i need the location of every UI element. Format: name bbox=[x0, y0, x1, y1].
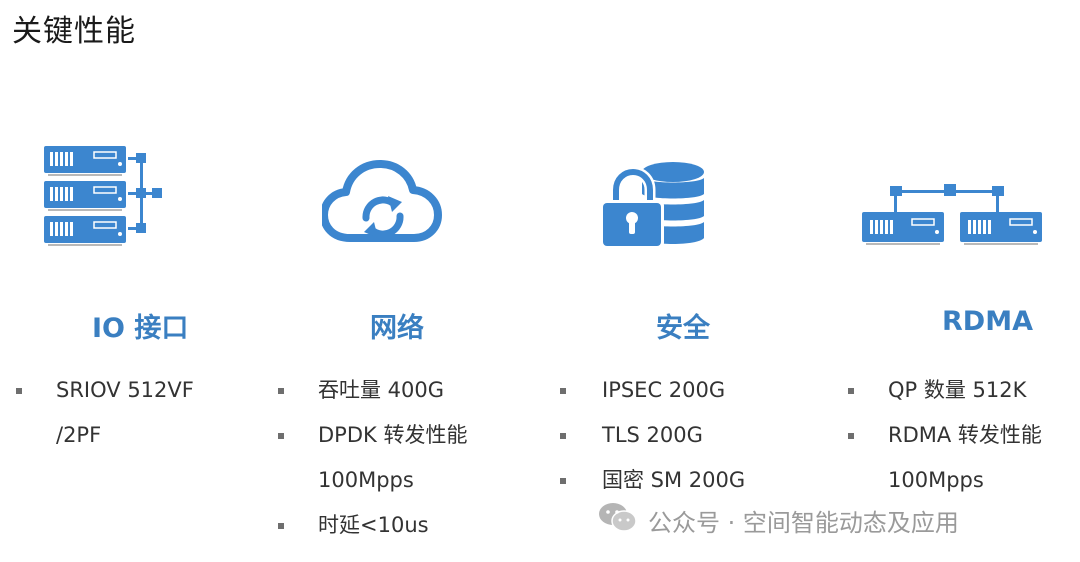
bullet-list-io: SRIOV 512VF /2PF bbox=[16, 368, 194, 458]
column-title-network: 网络 bbox=[370, 313, 424, 344]
bullet-square-icon bbox=[278, 388, 284, 394]
list-item: TLS 200G bbox=[560, 413, 745, 458]
column-io: IO 接口 SRIOV 512VF /2PF bbox=[0, 0, 260, 562]
list-item: 吞吐量 400G bbox=[278, 368, 467, 413]
list-item: QP 数量 512K bbox=[848, 368, 1042, 413]
list-item: 100Mpps bbox=[318, 468, 414, 492]
watermark: 公众号 · 空间智能动态及应用 bbox=[598, 502, 959, 538]
bullet-list-network: 吞吐量 400G DPDK 转发性能 100Mpps 时延<10us bbox=[278, 368, 467, 548]
list-item: 时延<10us bbox=[278, 503, 467, 548]
bullet-square-icon bbox=[560, 478, 566, 484]
column-security: 安全 IPSEC 200G TLS 200G 国密 SM 200G bbox=[550, 0, 830, 562]
server-stack-icon bbox=[44, 144, 164, 248]
lock-database-icon bbox=[600, 160, 706, 250]
column-rdma: RDMA QP 数量 512K RDMA 转发性能 100Mpps bbox=[830, 0, 1080, 562]
list-item: RDMA 转发性能 bbox=[848, 413, 1042, 458]
bullet-square-icon bbox=[560, 388, 566, 394]
bullet-square-icon bbox=[278, 433, 284, 439]
list-item: 国密 SM 200G bbox=[560, 458, 745, 503]
bullet-square-icon bbox=[560, 433, 566, 439]
watermark-text: 公众号 · 空间智能动态及应用 bbox=[648, 508, 959, 537]
bullet-square-icon bbox=[848, 433, 854, 439]
bullet-square-icon bbox=[16, 388, 22, 394]
column-network: 网络 吞吐量 400G DPDK 转发性能 100Mpps 时延<10us bbox=[260, 0, 550, 562]
list-item: 100Mpps bbox=[888, 468, 984, 492]
network-servers-icon bbox=[862, 184, 1042, 248]
column-title-io: IO 接口 bbox=[92, 313, 189, 344]
column-title-security: 安全 bbox=[656, 313, 710, 344]
bullet-square-icon bbox=[848, 388, 854, 394]
list-item: DPDK 转发性能 bbox=[278, 413, 467, 458]
bullet-square-icon bbox=[278, 523, 284, 529]
list-item: SRIOV 512VF bbox=[16, 368, 194, 413]
list-item: IPSEC 200G bbox=[560, 368, 745, 413]
bullet-list-rdma: QP 数量 512K RDMA 转发性能 100Mpps bbox=[848, 368, 1042, 503]
list-item: /2PF bbox=[56, 423, 102, 447]
bullet-list-security: IPSEC 200G TLS 200G 国密 SM 200G bbox=[560, 368, 745, 503]
column-title-rdma: RDMA bbox=[942, 306, 1033, 337]
cloud-sync-icon bbox=[322, 160, 442, 250]
wechat-icon bbox=[598, 501, 638, 539]
